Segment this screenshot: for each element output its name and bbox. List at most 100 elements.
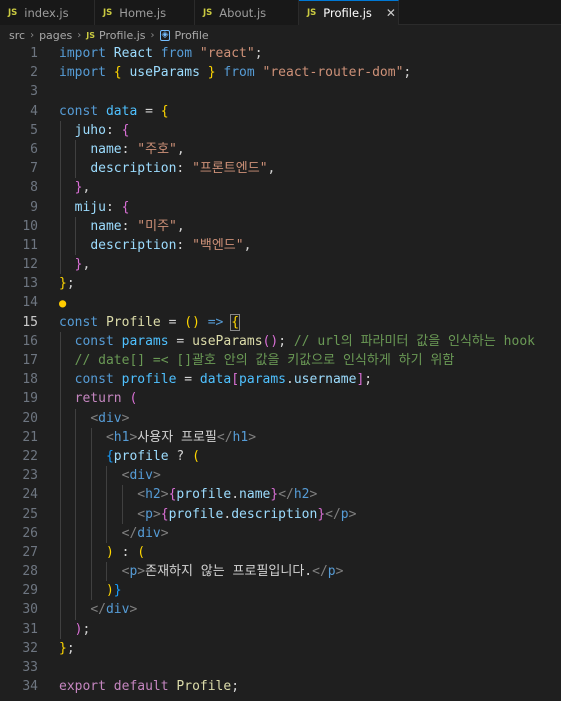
code-token: > xyxy=(152,506,161,522)
code-text: }; xyxy=(59,274,75,293)
code-line[interactable]: 16 const params = useParams(); // url의 파… xyxy=(0,331,561,351)
line-number: 1 xyxy=(30,46,38,61)
code-token: { xyxy=(121,199,130,215)
code-line[interactable]: 5 juho: { xyxy=(0,120,561,140)
code-line[interactable]: 11 description: "백엔드", xyxy=(0,235,561,256)
javascript-file-icon: JS xyxy=(8,7,18,18)
breadcrumb-item-file[interactable]: Profile.js xyxy=(99,29,146,42)
code-token: p xyxy=(145,506,153,522)
code-token: ; xyxy=(66,276,75,292)
line-number: 26 xyxy=(22,525,38,541)
code-line[interactable]: 2 import { useParams } from "react-router… xyxy=(0,63,561,82)
code-token: // url의 파라미터 값을 인식하는 hook xyxy=(293,333,535,349)
code-token: params xyxy=(121,333,169,349)
code-token: ; xyxy=(403,65,412,81)
code-token: { xyxy=(160,506,169,522)
code-token: ( xyxy=(137,544,146,560)
code-line[interactable]: 17 // date[] =< []괄호 안의 값을 키값으로 인식하게 하기 … xyxy=(0,351,561,371)
code-line[interactable]: 26 </div> xyxy=(0,523,561,543)
code-token: profile xyxy=(168,506,224,522)
line-number: 8 xyxy=(30,180,38,196)
code-token: name xyxy=(239,487,271,503)
code-line[interactable]: 6 name: "주호", xyxy=(0,139,561,160)
code-line[interactable]: 9 miju: { xyxy=(0,197,561,217)
code-token: Profile xyxy=(176,679,232,695)
code-line[interactable]: 19 return ( xyxy=(0,389,561,409)
code-line[interactable]: 29 )} xyxy=(0,581,561,601)
tab-about-js[interactable]: JS About.js xyxy=(195,0,299,25)
code-token: [ xyxy=(231,372,240,388)
line-number: 27 xyxy=(22,544,38,560)
code-token: "프론트엔드" xyxy=(192,161,268,177)
code-line[interactable]: 4 const data = { xyxy=(0,102,561,121)
code-line[interactable]: 28 <p>존재하지 않는 프로필입니다.</p> xyxy=(0,562,561,582)
close-icon[interactable]: ✕ xyxy=(386,6,396,20)
line-number: 31 xyxy=(22,621,38,637)
code-line[interactable]: 18 const profile = data[params.username]… xyxy=(0,370,561,390)
code-line[interactable]: 15 const Profile = () => { xyxy=(0,313,561,332)
code-line[interactable]: 24 <h2>{profile.name}</h2> xyxy=(0,485,561,505)
code-line[interactable]: 25 <p>{profile.description}</p> xyxy=(0,504,561,524)
code-line[interactable]: 10 name: "미주", xyxy=(0,216,561,236)
code-token: div xyxy=(137,525,161,541)
code-token: : xyxy=(176,237,193,253)
code-token: > xyxy=(121,410,130,426)
line-number: 10 xyxy=(22,218,38,234)
code-line[interactable]: 13}; xyxy=(0,274,561,293)
breadcrumb-item-src[interactable]: src xyxy=(9,29,25,42)
code-line[interactable]: 21 <h1>사용자 프로필</h1> xyxy=(0,427,561,447)
code-editor[interactable]: 1 import React from "react"; 2 import { use… xyxy=(0,44,561,701)
tab-profile-js[interactable]: JS Profile.js ✕ xyxy=(299,0,399,25)
tab-index-js[interactable]: JS index.js xyxy=(0,0,95,25)
code-token: description xyxy=(231,506,318,522)
code-token: > xyxy=(335,564,344,580)
code-line[interactable]: 3 xyxy=(0,82,561,101)
code-line[interactable]: 7 description: "프론트엔드", xyxy=(0,159,561,179)
line-number: 23 xyxy=(22,468,38,484)
code-token: ; xyxy=(254,46,263,61)
code-token: < xyxy=(105,429,114,445)
lightbulb-icon[interactable]: ● xyxy=(59,294,66,313)
code-line[interactable]: 12 }, xyxy=(0,255,561,275)
code-line[interactable]: 27 ) : ( xyxy=(0,542,561,563)
code-text: // date[] =< []괄호 안의 값을 키값으로 인식하게 하기 위함 xyxy=(59,351,455,370)
breadcrumb-item-symbol[interactable]: Profile xyxy=(174,29,208,42)
tab-home-js[interactable]: JS Home.js xyxy=(95,0,195,25)
code-line[interactable]: 30 </div> xyxy=(0,600,561,620)
code-line[interactable]: 33 xyxy=(0,658,561,677)
code-line[interactable]: 22 {profile ? ( xyxy=(0,446,561,467)
breadcrumb: src › pages › JS Profile.js › ◈ Profile xyxy=(0,25,561,45)
line-number: 6 xyxy=(30,141,38,157)
code-text: miju: { xyxy=(59,198,130,217)
code-line[interactable]: 34 export default Profile; xyxy=(0,677,561,696)
code-token: > xyxy=(137,564,146,580)
code-line[interactable]: 14 ● xyxy=(0,293,561,312)
code-token: , xyxy=(176,218,185,234)
line-number: 17 xyxy=(22,353,38,368)
code-line[interactable]: 1 import React from "react"; xyxy=(0,44,561,63)
code-line[interactable]: 8 }, xyxy=(0,178,561,198)
code-token: useParams xyxy=(129,65,200,81)
breadcrumb-item-pages[interactable]: pages xyxy=(39,29,72,42)
code-token: > xyxy=(248,429,257,445)
code-text: name: "미주", xyxy=(59,217,185,236)
code-text: import { useParams } from "react-router-… xyxy=(59,63,411,82)
code-text: const data = { xyxy=(59,102,169,121)
code-line[interactable]: 32}; xyxy=(0,639,561,658)
code-token: "미주" xyxy=(137,218,177,234)
line-number: 13 xyxy=(22,276,38,292)
code-line[interactable]: 31 ); xyxy=(0,619,561,639)
code-line[interactable]: 20 <div> xyxy=(0,408,561,428)
code-line[interactable]: 23 <div> xyxy=(0,466,561,486)
code-token: </ xyxy=(216,429,233,445)
